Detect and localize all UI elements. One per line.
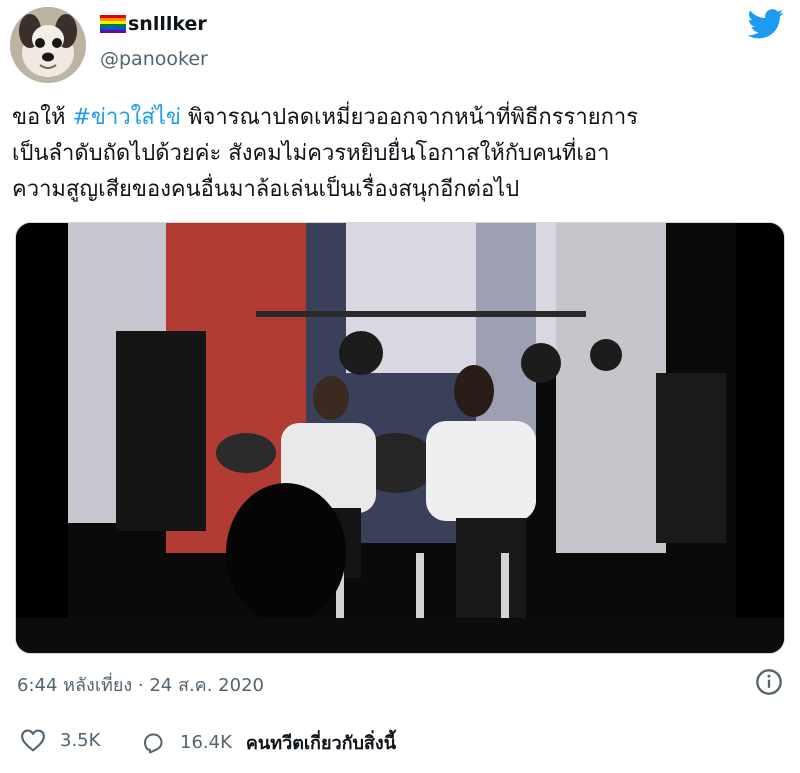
like-count: 3.5K (60, 729, 101, 751)
like-button[interactable]: 3.5K (20, 728, 100, 752)
tweet-card: snlllker @panooker ขอให้ #ข่าวใส่ไข่ พิจ… (0, 0, 800, 773)
tweet-line-1-prefix: ขอให้ (12, 105, 73, 130)
dog-avatar-icon (10, 7, 86, 83)
author-display-name[interactable]: snlllker (100, 13, 207, 35)
display-name-text: snlllker (128, 13, 207, 35)
reply-label: คนทวีตเกี่ยวกับสิ่งนี้ (245, 733, 397, 754)
tweet-body: ขอให้ #ข่าวใส่ไข่ พิจารณาปลดเหมี่ยวออกจา… (12, 100, 792, 208)
heart-icon (21, 729, 45, 752)
tweet-line-1: ขอให้ #ข่าวใส่ไข่ พิจารณาปลดเหมี่ยวออกจา… (12, 100, 792, 136)
quote-tweets-button[interactable]: 16.4K คนทวีตเกี่ยวกับสิ่งนี้ (140, 728, 396, 757)
stage-photo (16, 223, 784, 653)
author-avatar[interactable] (10, 7, 86, 83)
tweet-line-3: ความสูญเสียของคนอื่นมาล้อเล่นเป็นเรื่องส… (12, 177, 520, 202)
speech-bubble-icon (144, 733, 163, 753)
author-handle[interactable]: @panooker (100, 48, 208, 70)
tweet-timestamp[interactable]: 6:44 หลังเที่ยง · 24 ส.ค. 2020 (17, 670, 264, 699)
info-icon[interactable] (755, 668, 783, 696)
reply-count: 16.4K (180, 732, 232, 753)
tweet-line-2: เป็นลำดับถัดไปด้วยค่ะ สังคมไม่ควรหยิบยื่… (12, 141, 610, 166)
hashtag-link[interactable]: #ข่าวใส่ไข่ (73, 105, 181, 130)
twitter-bird-icon[interactable] (748, 8, 784, 40)
rainbow-flag-icon (100, 15, 126, 33)
tweet-line-1-suffix: พิจารณาปลดเหมี่ยวออกจากหน้าที่พิธีกรรายก… (180, 105, 639, 130)
action-bar: 3.5K 16.4K คนทวีตเกี่ยวกับสิ่งนี้ (20, 728, 780, 758)
tweet-media[interactable] (15, 222, 785, 654)
